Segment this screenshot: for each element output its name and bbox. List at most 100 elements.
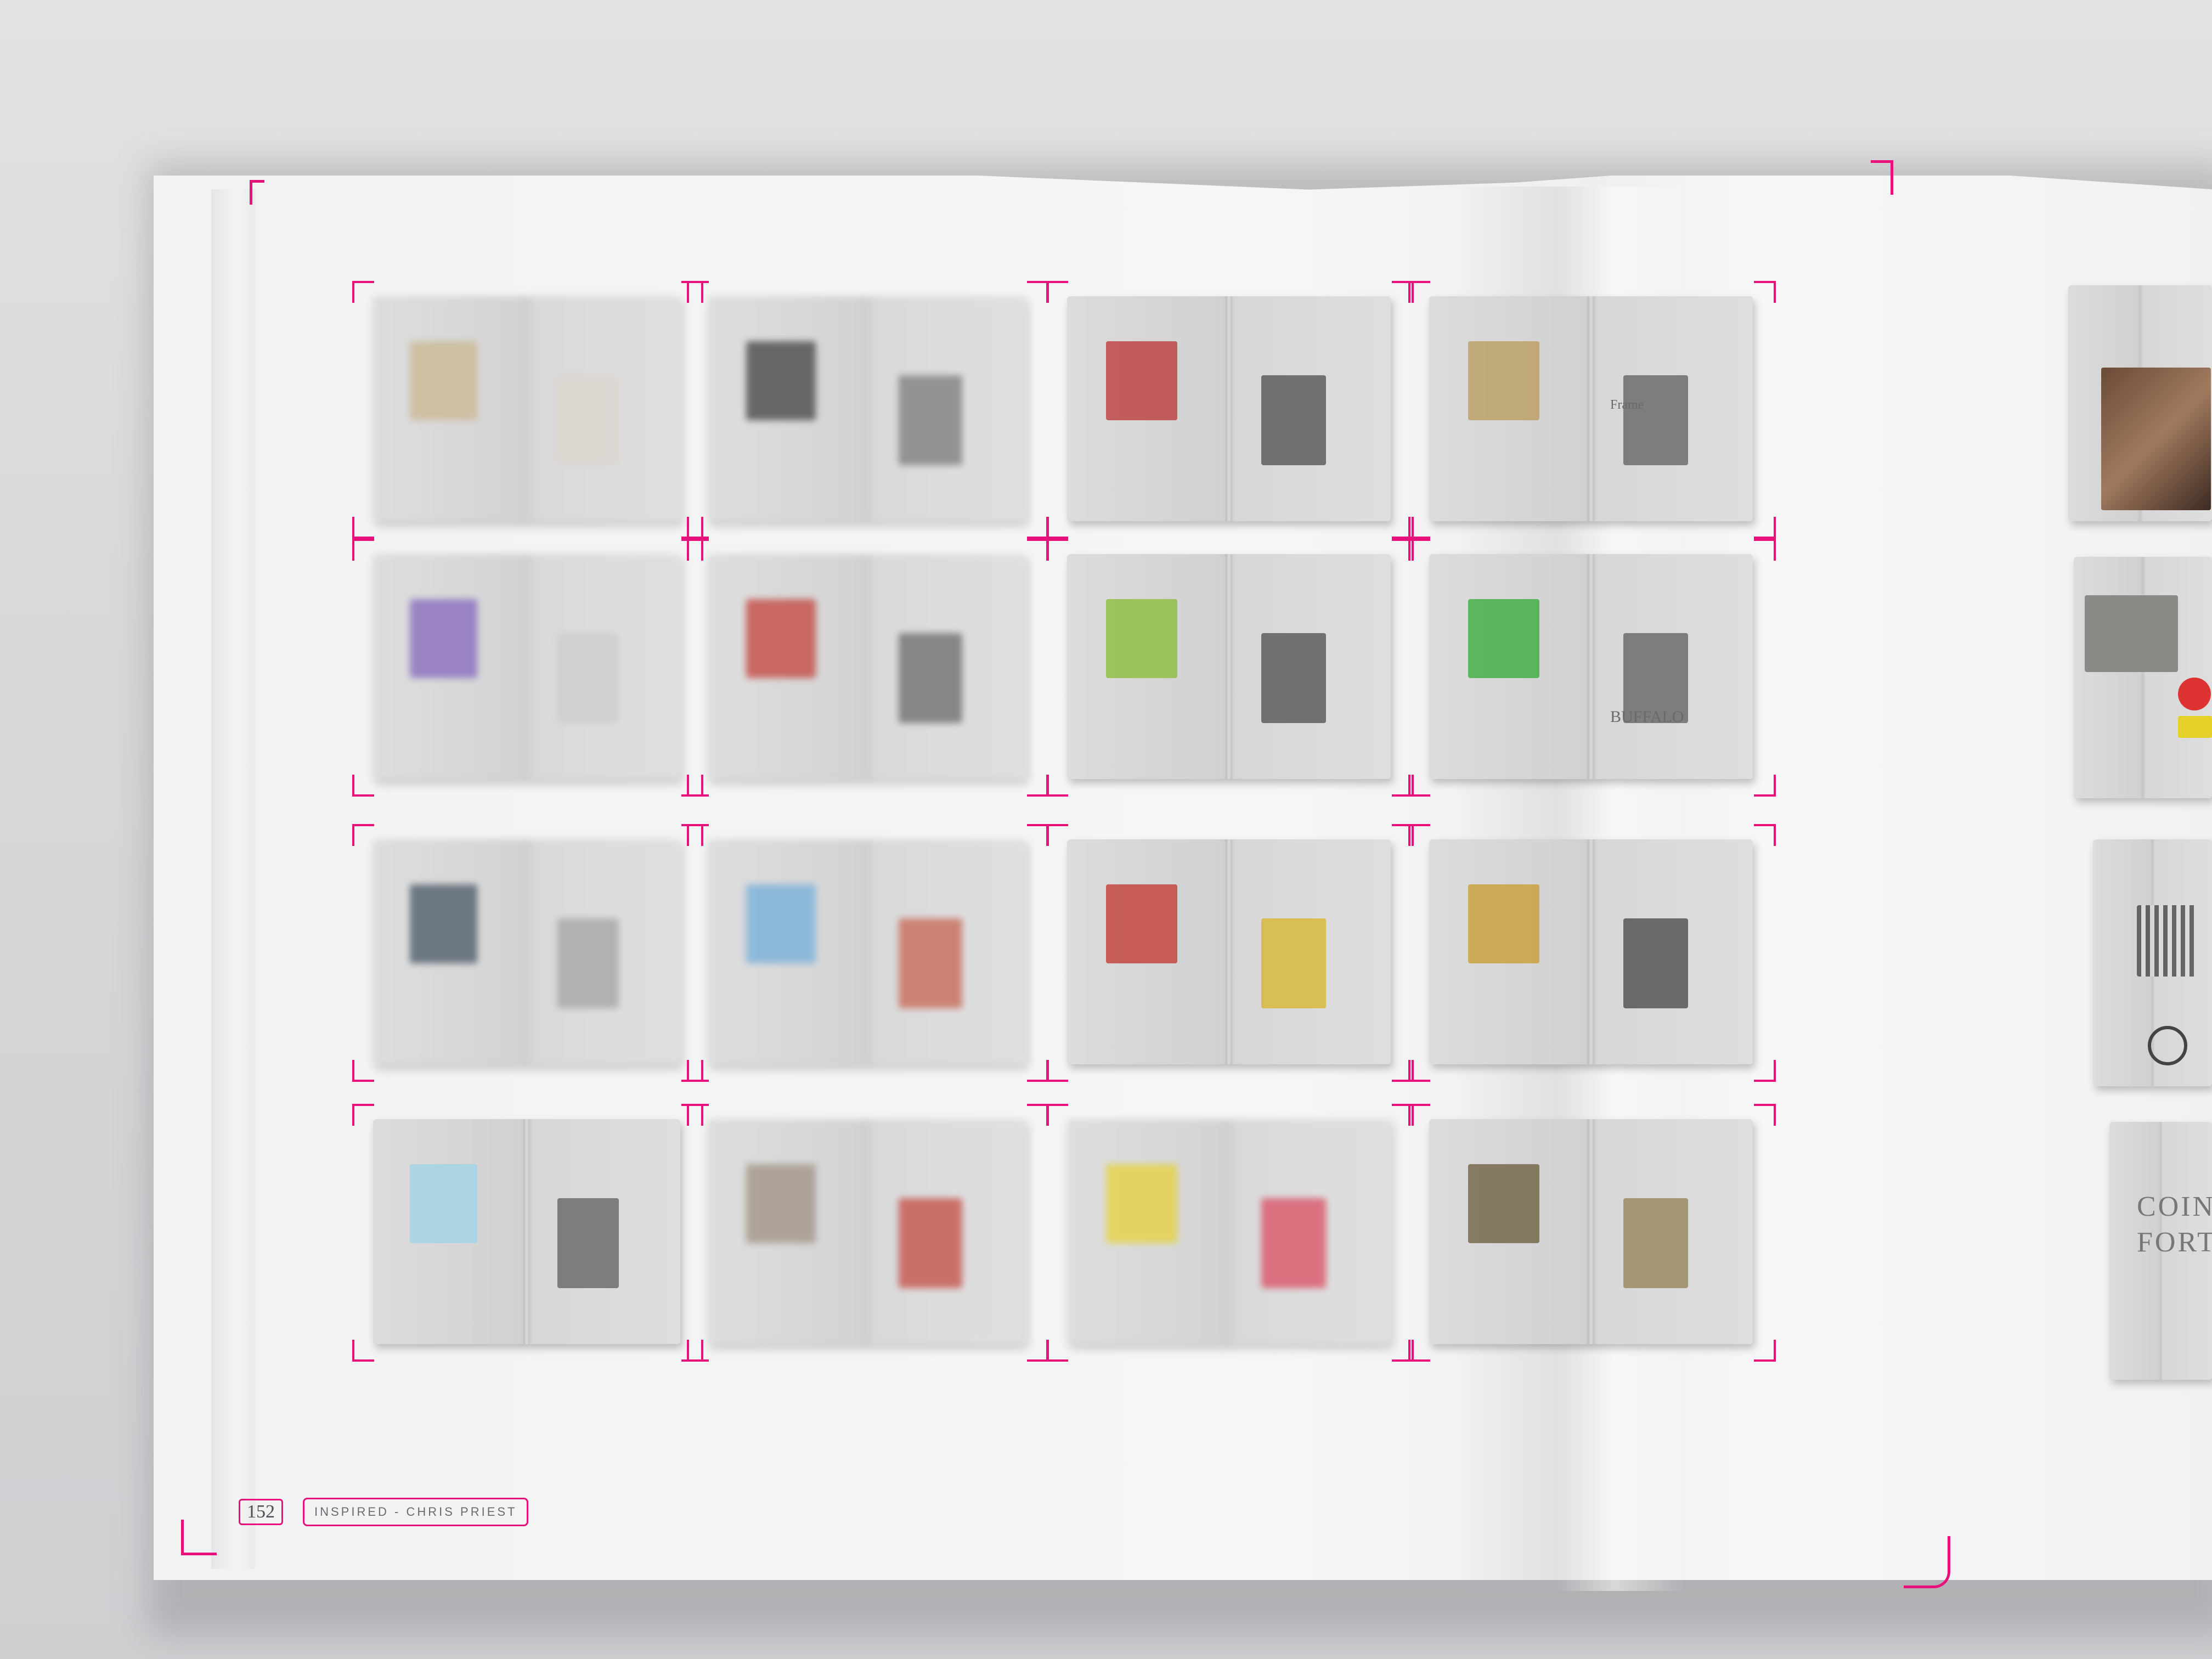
sketchbook-spread-thumbnail [1067, 554, 1391, 779]
collage-photo [2085, 595, 2178, 672]
spread-fold [1588, 839, 1594, 1064]
collage-element [410, 341, 478, 420]
sketchbook-spread-thumbnail [708, 554, 1026, 779]
crop-mark [687, 1104, 709, 1126]
spread-fold [864, 1119, 870, 1344]
buffalo-text: BUFFALO [1610, 708, 1684, 726]
crop-mark [687, 281, 709, 303]
crop-mark [1408, 517, 1430, 539]
collage-element [1261, 1198, 1326, 1288]
crop-mark [1027, 1340, 1049, 1362]
spread-fold [1226, 839, 1232, 1064]
crop-mark [352, 1060, 374, 1082]
portrait-photo [2101, 368, 2211, 510]
crop-mark [1027, 517, 1049, 539]
collage-element [899, 633, 962, 723]
crop-mark [1408, 281, 1430, 303]
crop-mark [687, 517, 709, 539]
crop-mark [352, 517, 374, 539]
spread-fold [864, 554, 870, 779]
page-crop-mark-top-right [1871, 160, 1893, 195]
crop-mark [1754, 1060, 1776, 1082]
collage-element [1468, 884, 1539, 963]
crop-mark [352, 824, 374, 846]
collage-element [1623, 1198, 1688, 1288]
collage-element [557, 375, 619, 465]
crop-mark [1046, 517, 1068, 539]
crop-mark [687, 775, 709, 797]
figure-drawing [2137, 905, 2197, 977]
page-crop-mark-top-left [250, 180, 264, 205]
coing-text: COING [2137, 1191, 2212, 1222]
collage-element [746, 341, 816, 420]
collage-element [1105, 599, 1177, 678]
crop-mark [1027, 824, 1049, 846]
sketchbook-spread-thumbnail [1429, 296, 1753, 521]
spread-fold [1226, 1119, 1232, 1344]
crop-mark [1754, 1104, 1776, 1126]
crop-mark [1408, 1340, 1430, 1362]
spread-fold [1588, 554, 1594, 779]
crop-mark [1027, 539, 1049, 561]
spread-fold [864, 296, 870, 521]
spread-fold [523, 1119, 530, 1344]
sketchbook-spread-thumbnail [373, 839, 680, 1064]
spread-fold [1588, 296, 1594, 521]
collage-element [410, 599, 478, 678]
collage-element [1623, 375, 1688, 465]
crop-mark [352, 539, 374, 561]
crop-mark [352, 775, 374, 797]
sketchbook-spread-thumbnail [373, 554, 680, 779]
sketchbook-spread-thumbnail [1067, 1119, 1391, 1344]
collage-element [746, 1164, 816, 1243]
right-page-thumbnail-4: COING FORT [2109, 1122, 2212, 1380]
crop-mark [352, 1104, 374, 1126]
collage-element [746, 599, 816, 678]
crop-mark [687, 1060, 709, 1082]
collage-element [1468, 599, 1539, 678]
right-page-thumbnail-2 [2074, 557, 2212, 798]
crop-mark [1046, 775, 1068, 797]
collage-label [2178, 716, 2212, 738]
crop-mark [352, 281, 374, 303]
spread-fold [1226, 296, 1232, 521]
crop-mark [1027, 1104, 1049, 1126]
stamp-mark [2148, 1026, 2187, 1065]
collage-element [746, 884, 816, 963]
crop-mark [1408, 1060, 1430, 1082]
crop-mark [1754, 775, 1776, 797]
crop-mark [1754, 539, 1776, 561]
collage-element [1468, 1164, 1539, 1243]
spread-fold [864, 839, 870, 1064]
collage-element [1105, 341, 1177, 420]
spread-fold [523, 296, 530, 521]
frame-text: Frame [1610, 398, 1644, 412]
collage-element [410, 884, 478, 963]
sketchbook-spread-thumbnail [708, 1119, 1026, 1344]
collage-sticker [2178, 678, 2211, 710]
right-page-thumbnail-1 [2068, 285, 2212, 521]
sketchbook-spread-thumbnail [373, 1119, 680, 1344]
crop-mark [1408, 539, 1430, 561]
page-crop-mark-bottom-right [1904, 1536, 1950, 1588]
crop-mark [1046, 1104, 1068, 1126]
collage-element [410, 1164, 478, 1243]
folio: 152 INSPIRED - CHRIS PRIEST [239, 1497, 529, 1527]
collage-element [557, 918, 619, 1008]
crop-mark [352, 1340, 374, 1362]
spread-fold [1226, 554, 1232, 779]
collage-element [1261, 633, 1326, 723]
sketchbook-spread-thumbnail [708, 296, 1026, 521]
crop-mark [687, 824, 709, 846]
collage-element [557, 1198, 619, 1288]
crop-mark [1754, 281, 1776, 303]
crop-mark [687, 1340, 709, 1362]
crop-mark [1408, 1104, 1430, 1126]
sketchbook-spread-thumbnail [708, 839, 1026, 1064]
sketchbook-spread-thumbnail [1067, 296, 1391, 521]
crop-mark [1046, 1060, 1068, 1082]
sketchbook-spread-thumbnail [1429, 554, 1753, 779]
page-edge [211, 189, 255, 1569]
crop-mark [1408, 824, 1430, 846]
fort-text: FORT [2137, 1227, 2212, 1258]
